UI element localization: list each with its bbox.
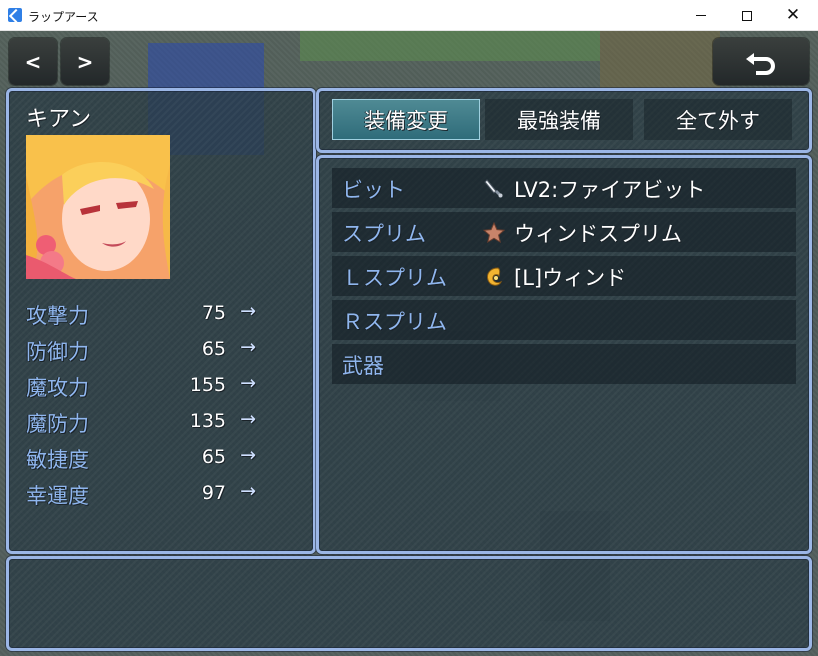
slot-item: ウィンドスプリム <box>482 218 682 248</box>
actor-name: キアン <box>26 107 92 132</box>
slot-row-weapon[interactable]: 武器 <box>332 344 796 384</box>
command-optimize[interactable]: 最強装備 <box>485 99 633 140</box>
slot-row-sprim[interactable]: スプリム ウィンドスプリム <box>332 212 796 252</box>
stat-label: 幸運度 <box>26 484 89 508</box>
slot-name: スプリム <box>342 222 426 246</box>
title-bar: ラップアース ✕ <box>0 0 818 31</box>
slot-row-right-sprim[interactable]: Ｒスプリム <box>332 300 796 340</box>
stat-row-luck: 幸運度 97 → <box>26 478 256 510</box>
stat-label: 攻撃力 <box>26 304 89 328</box>
minimize-button[interactable] <box>678 0 724 31</box>
slot-item-name: LV2:ファイアビット <box>514 178 706 202</box>
stat-arrow-icon: → <box>240 336 256 358</box>
equip-command-window: 装備変更 最強装備 全て外す <box>316 88 812 153</box>
stat-value: 155 <box>189 374 226 396</box>
close-button[interactable]: ✕ <box>770 0 816 31</box>
maximize-icon <box>742 10 752 21</box>
stat-row-attack: 攻撃力 75 → <box>26 298 256 330</box>
equip-slot-window: ビット LV2:ファイアビット スプリム ウィンドスプリム Ｌスプリム [L]ウ… <box>316 155 812 554</box>
bit-dagger-icon <box>484 179 503 198</box>
slot-item: LV2:ファイアビット <box>482 174 705 204</box>
game-screen: < > キアン 攻撃力 75 → 防御力 65 → 魔攻力 155 → 魔防力 … <box>0 31 818 656</box>
command-label: 装備変更 <box>364 108 448 133</box>
slot-name: ビット <box>342 178 405 202</box>
stat-arrow-icon: → <box>240 480 256 502</box>
slot-name: 武器 <box>342 354 384 378</box>
slot-row-bit[interactable]: ビット LV2:ファイアビット <box>332 168 796 208</box>
stat-row-magic-attack: 魔攻力 155 → <box>26 370 256 402</box>
close-icon: ✕ <box>785 5 801 25</box>
maximize-button[interactable] <box>724 0 770 31</box>
stat-arrow-icon: → <box>240 300 256 322</box>
stat-value: 135 <box>189 410 226 432</box>
slot-item: [L]ウィンド <box>482 262 626 292</box>
next-actor-label: > <box>76 49 94 74</box>
wind-swirl-icon <box>487 267 503 286</box>
command-remove-all[interactable]: 全て外す <box>644 99 792 140</box>
slot-row-left-sprim[interactable]: Ｌスプリム [L]ウィンド <box>332 256 796 296</box>
stat-label: 魔防力 <box>26 412 89 436</box>
slot-name: Ｒスプリム <box>342 310 447 334</box>
app-icon <box>8 8 22 22</box>
status-window: キアン 攻撃力 75 → 防御力 65 → 魔攻力 155 → 魔防力 135 … <box>6 88 316 554</box>
next-actor-button[interactable]: > <box>61 38 109 85</box>
stat-label: 防御力 <box>26 340 89 364</box>
actor-face-image <box>26 135 170 279</box>
slot-item-name: [L]ウィンド <box>514 266 627 290</box>
stat-value: 97 <box>201 482 226 504</box>
command-equip-change[interactable]: 装備変更 <box>332 99 480 140</box>
star-icon <box>482 221 506 244</box>
return-arrow-icon <box>746 52 775 75</box>
stat-row-magic-defense: 魔防力 135 → <box>26 406 256 438</box>
stat-row-agility: 敏捷度 65 → <box>26 442 256 474</box>
command-label: 全て外す <box>676 108 760 133</box>
map-tile-building <box>600 31 720 91</box>
map-tile-grass <box>300 31 600 61</box>
stat-value: 75 <box>201 302 226 324</box>
stat-arrow-icon: → <box>240 444 256 466</box>
stat-row-defense: 防御力 65 → <box>26 334 256 366</box>
actor-portrait <box>26 135 170 279</box>
back-button[interactable] <box>713 38 809 85</box>
stat-arrow-icon: → <box>240 372 256 394</box>
stat-arrow-icon: → <box>240 408 256 430</box>
stat-label: 魔攻力 <box>26 376 89 400</box>
help-window <box>6 556 812 651</box>
window-title: ラップアース <box>28 10 99 24</box>
minimize-icon <box>696 15 706 16</box>
previous-actor-label: < <box>24 49 42 74</box>
slot-item-name: ウィンドスプリム <box>514 222 682 246</box>
previous-actor-button[interactable]: < <box>9 38 57 85</box>
stat-label: 敏捷度 <box>26 448 89 472</box>
stat-value: 65 <box>201 338 226 360</box>
stat-value: 65 <box>201 446 226 468</box>
slot-name: Ｌスプリム <box>342 266 447 290</box>
command-label: 最強装備 <box>517 108 601 133</box>
